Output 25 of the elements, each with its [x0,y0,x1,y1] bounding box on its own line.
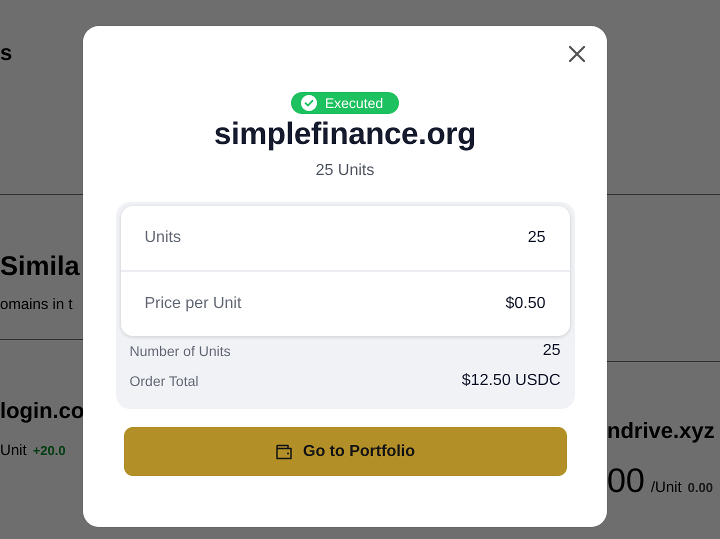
price-value: 00 [607,462,645,501]
portfolio-button[interactable]: Go to Portfolio [124,427,566,476]
domain-title: simplefinance.org [214,116,476,152]
check-circle-icon [300,95,317,111]
close-button[interactable] [567,44,587,64]
detail-value: $0.50 [505,295,546,313]
detail-value: 25 [528,229,546,247]
wallet-icon [275,444,293,460]
price-change: 0.00 [688,480,713,495]
close-icon [567,44,587,64]
summary-label: Number of Units [130,343,231,359]
page-heading: s [0,40,14,66]
detail-label: Price per Unit [144,295,242,313]
price-change: +20.0 [32,443,66,458]
price-unit: Unit [0,442,27,459]
domain-name: ndrive.xyz [607,418,716,444]
summary-value: $12.50 USDC [462,372,560,390]
detail-label: Units [144,229,181,247]
units-subtitle: 25 Units [316,162,374,180]
summary-label: Order Total [130,373,198,389]
status-badge: Executed [290,92,400,114]
section-subtitle: omains in t [0,296,74,313]
price-unit: /Unit [650,479,682,496]
section-title: Simila [0,251,81,282]
summary-value: 25 [542,342,560,360]
